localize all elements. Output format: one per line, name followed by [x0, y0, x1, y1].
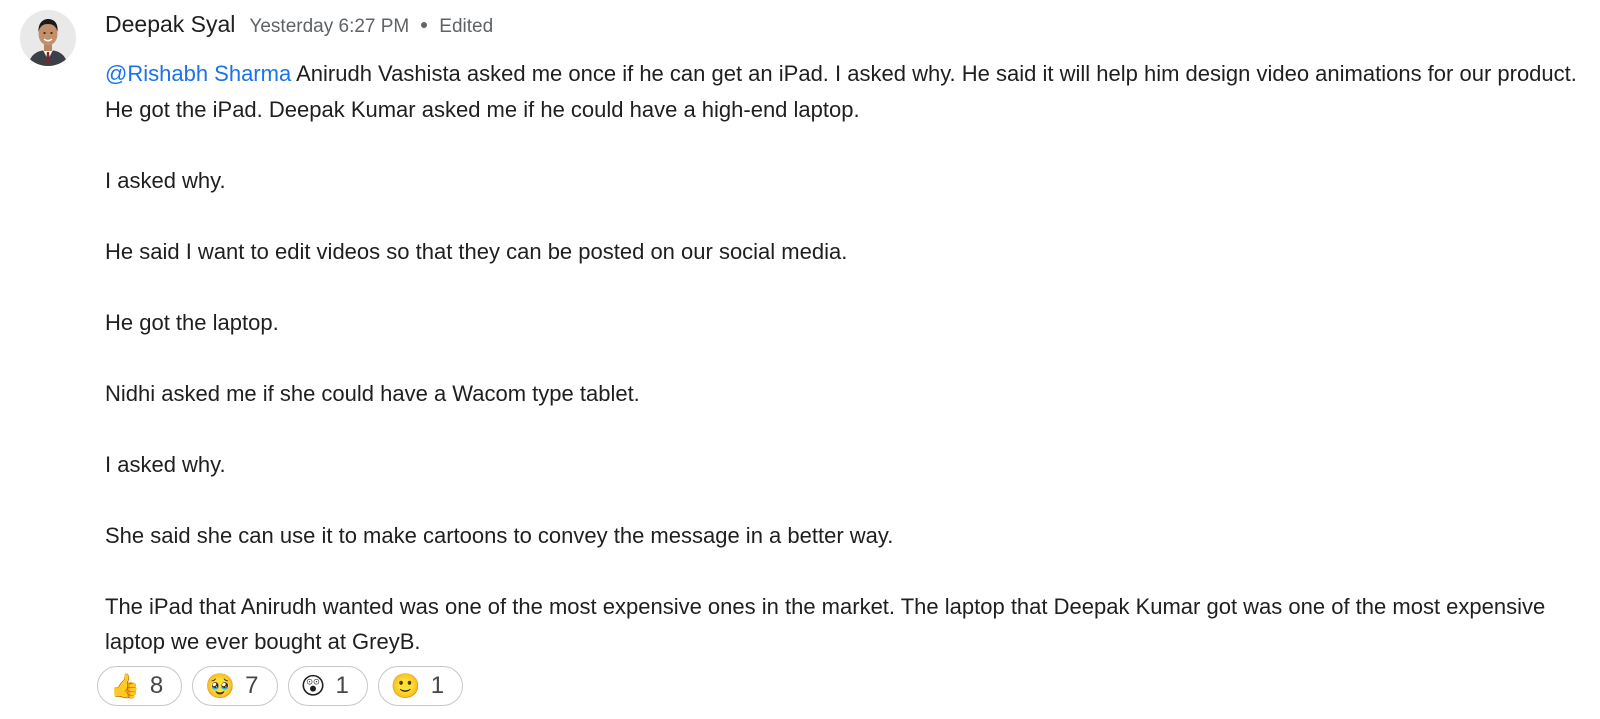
reaction-count: 8: [149, 672, 164, 699]
reaction-chip-slightly-smiling[interactable]: 🙂 1: [377, 666, 464, 706]
reaction-count: 1: [430, 672, 445, 699]
paragraph-text: Anirudh Vashista asked me once if he can…: [105, 61, 1577, 122]
edited-label: Edited: [439, 16, 494, 37]
separator-dot: [421, 22, 428, 28]
avatar[interactable]: [20, 10, 76, 66]
user-mention[interactable]: @Rishabh Sharma: [105, 61, 291, 86]
message-header: Deepak Syal Yesterday 6:27 PM Edited: [105, 0, 1585, 56]
reaction-count: 7: [245, 672, 259, 699]
reaction-chip-holding-back-tears[interactable]: 🥹 7: [192, 666, 278, 706]
message-paragraph: Nidhi asked me if she could have a Wacom…: [105, 380, 640, 406]
timestamp: Yesterday 6:27 PM: [249, 16, 410, 37]
sender-name[interactable]: Deepak Syal: [105, 11, 235, 38]
holding-back-tears-icon: 🥹: [205, 672, 236, 700]
reactions-bar: 👍 8 🥹 7 😲 1 🙂 1: [97, 666, 464, 706]
chat-message: Deepak Syal Yesterday 6:27 PM Edited @Ri…: [0, 0, 1600, 719]
reaction-count: 1: [335, 672, 349, 699]
message-paragraph: I asked why.: [105, 451, 226, 477]
message-content: Deepak Syal Yesterday 6:27 PM Edited @Ri…: [105, 0, 1585, 660]
message-body: @Rishabh Sharma Anirudh Vashista asked m…: [105, 56, 1585, 660]
reaction-chip-astonished[interactable]: 😲 1: [287, 666, 368, 706]
thumbs-up-icon: 👍: [110, 672, 140, 700]
avatar-image: [20, 10, 76, 66]
reaction-chip-thumbs-up[interactable]: 👍 8: [97, 666, 183, 706]
slightly-smiling-face-icon: 🙂: [390, 672, 421, 700]
message-paragraph: @Rishabh Sharma Anirudh Vashista asked m…: [105, 56, 1585, 127]
message-paragraph: The iPad that Anirudh wanted was one of …: [105, 593, 1546, 655]
message-paragraph: He got the laptop.: [105, 309, 279, 335]
message-paragraph: She said she can use it to make cartoons…: [105, 522, 894, 548]
message-paragraph: I asked why.: [105, 167, 226, 193]
astonished-face-icon: 😲: [300, 672, 326, 700]
message-paragraph: He said I want to edit videos so that th…: [105, 238, 848, 264]
